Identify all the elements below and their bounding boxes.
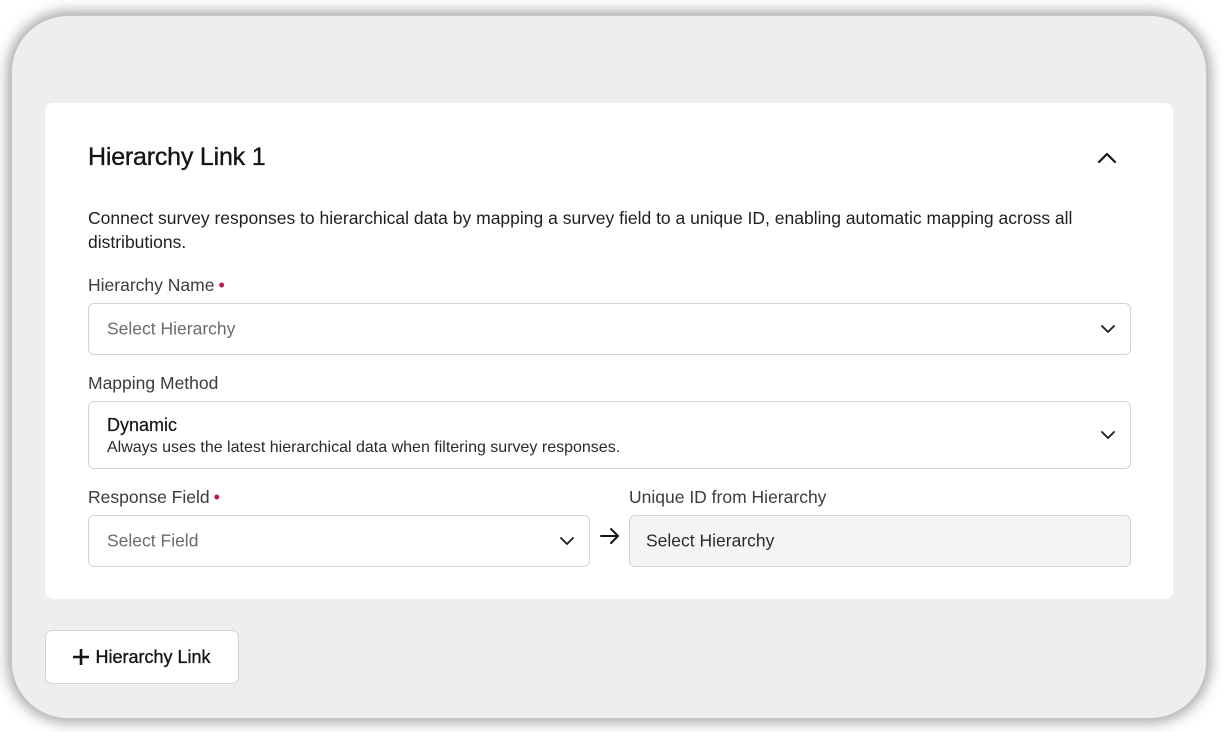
add-hierarchy-link-label: Hierarchy Link: [95, 646, 211, 667]
mapping-method-selected-title: Dynamic: [107, 415, 178, 435]
card-description: Connect survey responses to hierarchical…: [88, 208, 1073, 252]
chevron-down-icon: [1101, 325, 1115, 333]
chevron-up-icon: [1097, 152, 1117, 164]
arrow-right-icon: [600, 528, 619, 544]
hierarchy-link-card: Hierarchy Link 1 Connect survey response…: [45, 103, 1173, 599]
unique-id-field: Select Hierarchy: [629, 515, 1131, 567]
response-field-select[interactable]: Select Field: [88, 515, 590, 567]
response-field-placeholder: Select Field: [107, 530, 199, 551]
card-title: Hierarchy Link 1: [88, 143, 266, 171]
chevron-down-icon: [560, 537, 574, 545]
mapping-method-selected-description: Always uses the latest hierarchical data…: [107, 439, 621, 456]
hierarchy-name-label: Hierarchy Name •: [88, 275, 225, 295]
mapping-method-select[interactable]: Dynamic Always uses the latest hierarchi…: [88, 401, 1131, 469]
mapping-method-label: Mapping Method: [88, 373, 219, 393]
app-window: Hierarchy Link 1 Connect survey response…: [12, 16, 1206, 718]
unique-id-value: Select Hierarchy: [646, 530, 775, 551]
add-hierarchy-link-button[interactable]: Hierarchy Link: [45, 630, 239, 684]
required-indicator: •: [213, 487, 220, 507]
required-indicator: •: [218, 275, 225, 295]
response-field-label: Response Field •: [88, 487, 220, 507]
hierarchy-name-placeholder: Select Hierarchy: [107, 318, 236, 339]
collapse-button[interactable]: [1093, 145, 1121, 171]
hierarchy-name-select[interactable]: Select Hierarchy: [88, 303, 1131, 355]
plus-icon: [73, 649, 90, 665]
unique-id-label: Unique ID from Hierarchy: [629, 487, 827, 507]
chevron-down-icon: [1101, 431, 1115, 439]
